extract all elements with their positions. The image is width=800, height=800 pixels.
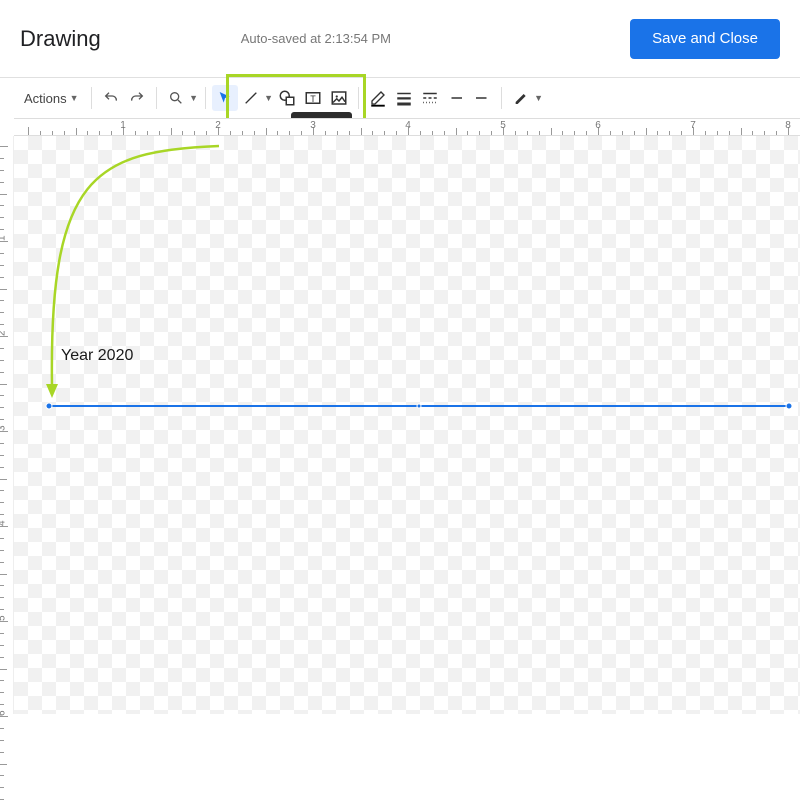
separator [91,87,92,109]
dialog-title: Drawing [20,26,101,52]
format-options-button[interactable] [508,85,534,111]
separator [501,87,502,109]
line-start-button[interactable] [443,85,469,111]
line-dropdown[interactable]: ▼ [264,93,274,103]
zoom-button[interactable] [163,85,189,111]
line-start-icon [447,89,465,107]
textbox-icon: T [304,89,322,107]
ruler-horizontal: 12345678 [14,118,800,136]
shape-tool-button[interactable] [274,85,300,111]
ruler-vertical: 123456 [0,136,14,714]
undo-button[interactable] [98,85,124,111]
actions-menu-button[interactable]: Actions ▼ [18,87,85,110]
line-weight-button[interactable] [391,85,417,111]
drawing-canvas[interactable]: Year 2020 [14,136,800,714]
line-handle-start[interactable] [46,403,53,410]
zoom-icon [168,90,184,106]
select-tool-button[interactable] [212,85,238,111]
line-end-button[interactable] [469,85,495,111]
redo-icon [129,90,145,106]
line-icon [243,90,259,106]
cursor-icon [217,90,233,106]
workspace: 123456 Year 2020 [0,136,800,714]
separator [156,87,157,109]
line-dash-icon [421,89,439,107]
caret-down-icon: ▼ [189,93,198,103]
shape-icon [278,89,296,107]
redo-button[interactable] [124,85,150,111]
caret-down-icon: ▼ [534,93,543,103]
actions-label: Actions [24,91,67,106]
dialog-header: Drawing Auto-saved at 2:13:54 PM Save an… [0,0,800,78]
toolbar: Actions ▼ ▼ ▼ T [0,78,800,118]
separator [358,87,359,109]
format-options-dropdown[interactable]: ▼ [534,93,544,103]
save-and-close-button[interactable]: Save and Close [630,19,780,59]
zoom-dropdown[interactable]: ▼ [189,93,199,103]
line-handle-end[interactable] [786,403,793,410]
pencil-underline-icon [369,89,387,107]
line-dash-button[interactable] [417,85,443,111]
caret-down-icon: ▼ [264,93,273,103]
caret-down-icon: ▼ [70,93,79,103]
annotation-arrow [14,136,244,416]
pen-icon [513,90,529,106]
line-color-button[interactable] [365,85,391,111]
separator [205,87,206,109]
line-end-icon [473,89,491,107]
image-icon [330,89,348,107]
line-tool-button[interactable] [238,85,264,111]
textbox-tool-button[interactable]: T [300,85,326,111]
canvas-textbox[interactable]: Year 2020 [61,347,133,365]
line-weight-icon [395,89,413,107]
svg-text:T: T [310,94,316,104]
image-tool-button[interactable] [326,85,352,111]
autosave-status: Auto-saved at 2:13:54 PM [101,31,630,46]
undo-icon [103,90,119,106]
line-handle-mid[interactable] [417,404,422,409]
